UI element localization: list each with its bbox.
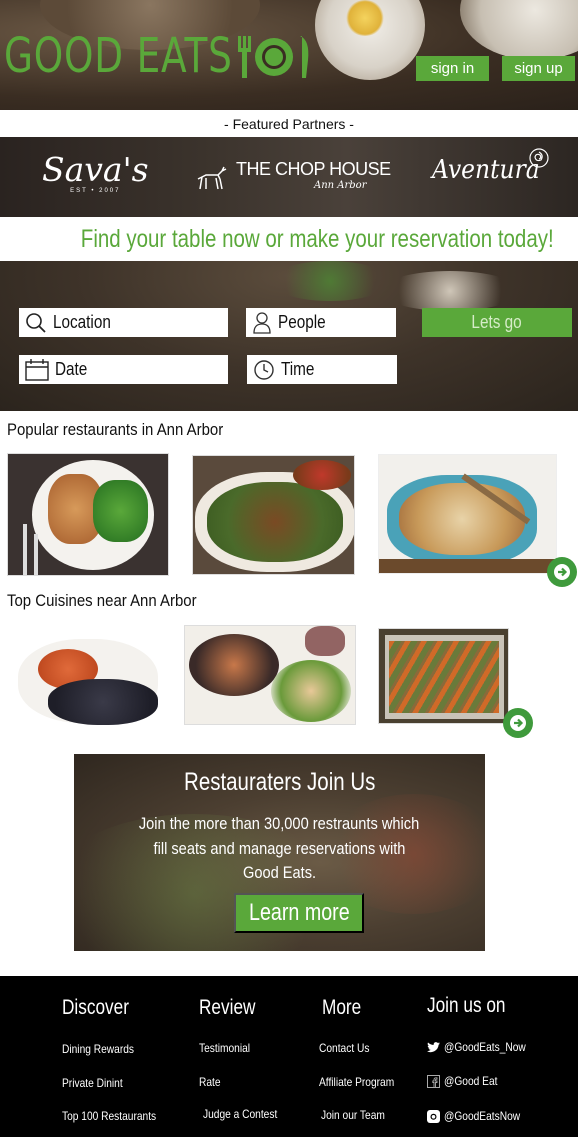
footer-heading: Join us on [427, 994, 506, 1017]
cuisine-photo[interactable] [184, 625, 356, 725]
sign-in-button[interactable]: sign in [416, 56, 489, 81]
footer-link-contact[interactable]: Contact Us [319, 1041, 378, 1055]
cuisines-next-button[interactable] [503, 708, 533, 738]
footer-link-private-dining[interactable]: Private Dinint [62, 1076, 133, 1090]
site-footer: Discover Dining Rewards Private Dinint T… [0, 976, 578, 1137]
footer-link-testimonial[interactable]: Testimonial [199, 1041, 259, 1055]
people-placeholder: People [278, 312, 326, 332]
partner-logo-chop-house[interactable]: THE CHOP HOUSE Ann Arbor [196, 157, 391, 197]
reservation-search-area: Location People Lets go Date Time [0, 261, 578, 411]
time-placeholder: Time [281, 359, 315, 379]
tagline: Find your table now or make your reserva… [81, 224, 554, 253]
learn-more-button[interactable]: Learn more [234, 893, 364, 933]
cuisine-photo[interactable] [7, 628, 167, 728]
clock-icon [254, 359, 274, 380]
instagram-link[interactable]: @GoodEatsNow [427, 1109, 534, 1123]
food-plate-image [380, 271, 520, 311]
facebook-link[interactable]: @Good Eat [427, 1074, 507, 1088]
arrow-right-icon [554, 564, 570, 580]
footer-link-judge-contest[interactable]: Judge a Contest [203, 1107, 290, 1121]
footer-link-rate[interactable]: Rate [199, 1075, 224, 1089]
sign-up-button[interactable]: sign up [502, 56, 575, 81]
cuisine-photo[interactable] [378, 628, 509, 724]
twitter-link[interactable]: @GoodEats_Now [427, 1040, 540, 1054]
location-field[interactable]: Location [19, 308, 228, 337]
rose-icon [529, 148, 549, 168]
egg-yolk-image [345, 0, 385, 36]
footer-heading: Review [199, 996, 256, 1019]
footer-link-join-team[interactable]: Join our Team [321, 1108, 396, 1122]
footer-link-dining-rewards[interactable]: Dining Rewards [62, 1042, 147, 1056]
lets-go-button[interactable]: Lets go [422, 308, 572, 337]
facebook-icon [427, 1074, 440, 1088]
restaurant-join-banner: Restauraters Join Us Join the more than … [74, 754, 485, 951]
date-placeholder: Date [55, 359, 88, 379]
person-icon [253, 311, 271, 334]
fork-plate-knife-icon [238, 36, 309, 78]
search-icon [26, 312, 46, 333]
join-title: Restauraters Join Us [183, 768, 376, 796]
twitter-icon [427, 1041, 440, 1052]
partner-logo-savas[interactable]: Sava's EST • 2007 [42, 153, 149, 195]
footer-heading: Discover [62, 996, 129, 1019]
herb-garnish-image [270, 261, 390, 301]
hero-header: GOOD EATS sign in sign up [0, 0, 578, 110]
restaurant-photo[interactable] [192, 455, 355, 575]
restaurant-photo[interactable] [7, 453, 169, 576]
join-description: Join the more than 30,000 restraunts whi… [139, 814, 420, 882]
people-field[interactable]: People [246, 308, 396, 337]
partners-strip: Sava's EST • 2007 THE CHOP HOUSE Ann Arb… [0, 137, 578, 217]
footer-link-top-100[interactable]: Top 100 Restaurants [62, 1109, 173, 1123]
elk-icon [197, 166, 227, 190]
logo-text: GOOD EATS [4, 28, 233, 84]
arrow-right-icon [510, 715, 526, 731]
time-field[interactable]: Time [247, 355, 397, 384]
date-field[interactable]: Date [19, 355, 228, 384]
instagram-icon [427, 1109, 440, 1123]
popular-section-title: Popular restaurants in Ann Arbor [7, 420, 224, 439]
popular-next-button[interactable] [547, 557, 577, 587]
location-placeholder: Location [53, 312, 111, 332]
featured-partners-label: - Featured Partners - [224, 115, 354, 132]
footer-heading: More [322, 996, 362, 1019]
calendar-icon [25, 358, 49, 381]
cuisines-section-title: Top Cuisines near Ann Arbor [7, 591, 197, 610]
food-plate-image [460, 0, 578, 60]
footer-link-affiliate[interactable]: Affiliate Program [319, 1075, 407, 1089]
restaurant-photo[interactable] [378, 454, 557, 574]
